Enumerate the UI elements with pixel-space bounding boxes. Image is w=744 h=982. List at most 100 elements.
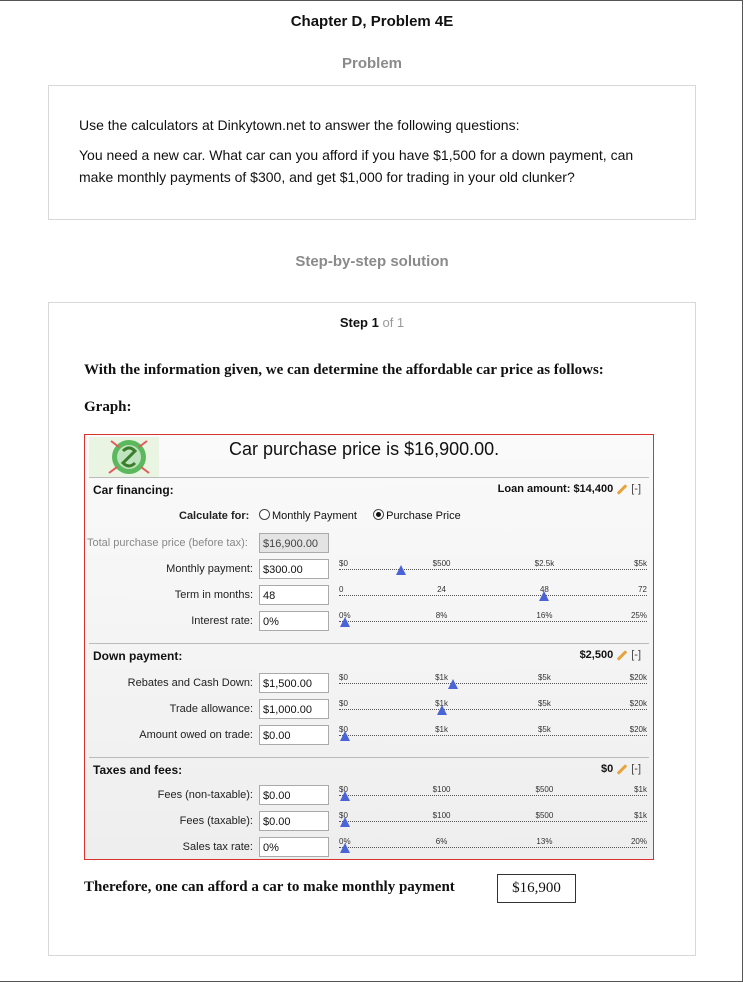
slider-thumb-icon[interactable] [340,791,351,801]
slider-track [339,709,647,710]
slider-tick-label: $1k [634,785,647,794]
value-input[interactable]: 0% [259,837,329,857]
slider[interactable]: $0 $1k $5k $20k [339,673,647,693]
slider-tick-label: $5k [537,673,551,682]
slider-thumb-icon[interactable] [340,817,351,827]
collapse-toggle[interactable]: [-] [631,649,641,661]
page-title: Chapter D, Problem 4E [290,13,454,30]
slider[interactable]: 0% 8% 16% 25% [339,611,647,631]
slider[interactable]: 0% 6% 13% 20% [339,837,647,857]
calculate-for-label: Calculate for: [179,510,250,522]
problem-heading: Problem [341,55,402,72]
taxes-total: $0 [-] [601,763,641,775]
value-input[interactable]: $1,000.00 [259,699,329,719]
slider-track [339,735,647,736]
slider-thumb-icon[interactable] [436,705,447,715]
step-number: Step 1 [339,315,379,330]
edit-pencil-icon[interactable] [616,763,628,775]
collapse-toggle[interactable]: [-] [631,483,641,495]
slider-tick-label: 72 [638,585,647,594]
slider-tick-label: $100 [432,811,451,820]
slider[interactable]: $0 $1k $5k $20k [339,699,647,719]
field-label: Trade allowance: [169,703,253,715]
field-label: Fees (non-taxable): [157,789,253,801]
value-input[interactable]: $0.00 [259,725,329,745]
slider-tick-label: 0 [339,585,344,594]
slider-tick-label: 6% [435,837,448,846]
loan-amount-text: Loan amount: $14,400 [497,483,614,495]
slider[interactable]: 0 24 48 72 [339,585,647,605]
divider [89,477,649,478]
slider-tick-label: 25% [630,611,647,620]
field-label: Monthly payment: [166,563,253,575]
slider-thumb-icon[interactable] [340,731,351,741]
slider-tick-label: $20k [629,673,647,682]
slider-track [339,595,647,596]
value-input[interactable]: $300.00 [259,559,329,579]
calculator-headline: Car purchase price is $16,900.00. [229,439,500,459]
slider-track [339,795,647,796]
value-input[interactable]: 48 [259,585,329,605]
slider-tick-label: 13% [536,837,553,846]
car-calculator: Car purchase price is $16,900.00. Car fi… [84,434,654,860]
edit-pencil-icon[interactable] [616,649,628,661]
slider-thumb-icon[interactable] [539,591,550,601]
edit-pencil-icon[interactable] [616,483,628,495]
slider[interactable]: $0 $1k $5k $20k [339,725,647,745]
taxes-amount: $0 [600,763,614,775]
slider-tick-label: 20% [630,837,647,846]
slider-track [339,683,647,684]
collapse-toggle[interactable]: [-] [631,763,641,775]
slider-tick-label: 16% [536,611,553,620]
slider-thumb-icon[interactable] [340,843,351,853]
slider-tick-label: $20k [629,699,647,708]
dinkytown-logo-icon [89,437,159,477]
taxes-title: Taxes and fees: [93,763,183,777]
slider-thumb-icon[interactable] [340,617,351,627]
field-label: Amount owed on trade: [139,729,253,741]
slider[interactable]: $0 $100 $500 $1k [339,785,647,805]
slider[interactable]: $0 $100 $500 $1k [339,811,647,831]
slider-tick-label: 8% [435,611,448,620]
slider-tick-label: $0 [339,673,348,682]
total-price-field: $16,900.00 [259,533,329,553]
slider-track [339,847,647,848]
graph-label: Graph: [84,399,132,415]
slider-tick-label: $5k [537,699,551,708]
value-input[interactable]: $0.00 [259,785,329,805]
step-indicator: Step 1 of 1 [0,315,744,330]
financing-title: Car financing: [93,483,174,497]
option-purchase-label: Purchase Price [386,510,461,522]
slider-thumb-icon[interactable] [395,565,406,575]
value-input[interactable]: $1,500.00 [259,673,329,693]
slider-tick-label: $100 [432,785,451,794]
divider [89,643,649,644]
slider-tick-label: $0 [339,699,348,708]
calculate-for-options: Monthly Payment Purchase Price [259,509,461,522]
slider-tick-label: $500 [535,785,554,794]
solution-heading: Step-by-step solution [295,253,449,270]
slider-tick-label: $1k [435,725,449,734]
slider-track [339,821,647,822]
slider-tick-label: $5k [634,559,647,568]
solution-intro: With the information given, we can deter… [84,362,604,378]
down-payment-title: Down payment: [93,649,183,663]
divider [89,757,649,758]
conclusion-text: Therefore, one can afford a car to make … [84,879,455,895]
problem-box: Use the calculators at Dinkytown.net to … [48,85,696,220]
problem-question: You need a new car. What car can you aff… [79,147,634,185]
total-price-label: Total purchase price (before tax): [87,537,248,549]
slider-thumb-icon[interactable] [447,679,458,689]
step-total: of 1 [382,315,405,330]
slider[interactable]: $0 $500 $2.5k $5k [339,559,647,579]
field-label: Sales tax rate: [182,841,253,853]
slider-tick-label: $500 [535,811,554,820]
slider-tick-label: $5k [537,725,551,734]
slider-track [339,569,647,570]
radio-monthly-payment[interactable] [259,509,270,520]
value-input[interactable]: $0.00 [259,811,329,831]
value-input[interactable]: 0% [259,611,329,631]
slider-tick-label: $20k [629,725,647,734]
radio-purchase-price[interactable] [373,509,385,520]
slider-track [339,621,647,622]
